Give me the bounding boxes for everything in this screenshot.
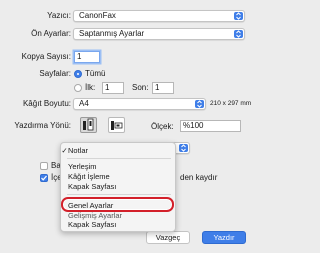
menu-item-notes[interactable]: ✓Notlar (61, 146, 177, 155)
menu-item-label: Notlar (68, 146, 89, 155)
checkmark-icon: ✓ (61, 146, 68, 155)
orientation-label: Yazdırma Yönü: (14, 121, 71, 130)
paper-size-popup[interactable]: A4 (73, 98, 206, 110)
pages-label: Sayfalar: (39, 69, 71, 78)
highlight-ring (61, 197, 174, 212)
scale-field[interactable]: %100 (180, 120, 241, 132)
pages-from-field[interactable]: 1 (102, 82, 124, 94)
pages-to-label: Son: (132, 83, 149, 92)
print-button[interactable]: Yazdır (202, 231, 246, 244)
printer-label: Yazıcı: (47, 11, 71, 20)
cancel-button[interactable]: Vazgeç (146, 231, 190, 244)
copies-label: Kopya Sayısı: (21, 52, 71, 61)
save-text-fragment: den kaydır (180, 173, 218, 182)
copies-field[interactable]: 1 (74, 51, 100, 63)
presets-popup[interactable]: Saptanmış Ayarlar (73, 28, 245, 40)
portrait-orientation-button[interactable] (80, 117, 97, 133)
printer-value: CanonFax (79, 11, 116, 20)
chevron-updown-icon (179, 144, 188, 152)
menu-item-paper-handling[interactable]: Kâğıt İşleme (61, 172, 177, 181)
menu-item-cover-page-2[interactable]: Kapak Sayfası (61, 220, 177, 229)
header-checkbox[interactable] (40, 162, 48, 170)
chevron-updown-icon (195, 100, 204, 108)
pages-range-radio[interactable] (74, 84, 82, 92)
pages-all-radio[interactable] (74, 70, 82, 78)
pages-to-field[interactable]: 1 (152, 82, 174, 94)
paper-size-value: A4 (79, 99, 89, 108)
menu-separator (67, 158, 171, 159)
presets-label: Ön Ayarlar: (31, 29, 71, 38)
options-dropdown-menu[interactable]: ✓Notlar Yerleşim Kâğıt İşleme Kapak Sayf… (60, 142, 176, 232)
chevron-updown-icon (234, 30, 243, 38)
chevron-updown-icon (234, 12, 243, 20)
scale-label: Ölçek: (151, 122, 174, 131)
menu-item-advanced-settings[interactable]: Gelişmiş Ayarlar (61, 211, 177, 220)
menu-item-cover-page[interactable]: Kapak Sayfası (61, 182, 177, 191)
menu-item-layout[interactable]: Yerleşim (61, 162, 177, 171)
paper-size-label: Kâğıt Boyutu: (22, 99, 71, 108)
printer-popup[interactable]: CanonFax (73, 10, 245, 22)
content-checkbox[interactable] (40, 174, 48, 182)
checkmark-icon (41, 175, 47, 181)
paper-dimensions: 210 x 297 mm (210, 100, 252, 107)
landscape-icon (111, 121, 123, 130)
presets-value: Saptanmış Ayarlar (79, 29, 145, 38)
landscape-orientation-button[interactable] (108, 117, 125, 133)
pages-all-label: Tümü (85, 69, 106, 78)
pages-from-label: İlk: (85, 83, 96, 92)
menu-separator (67, 194, 171, 195)
portrait-icon (83, 118, 94, 131)
